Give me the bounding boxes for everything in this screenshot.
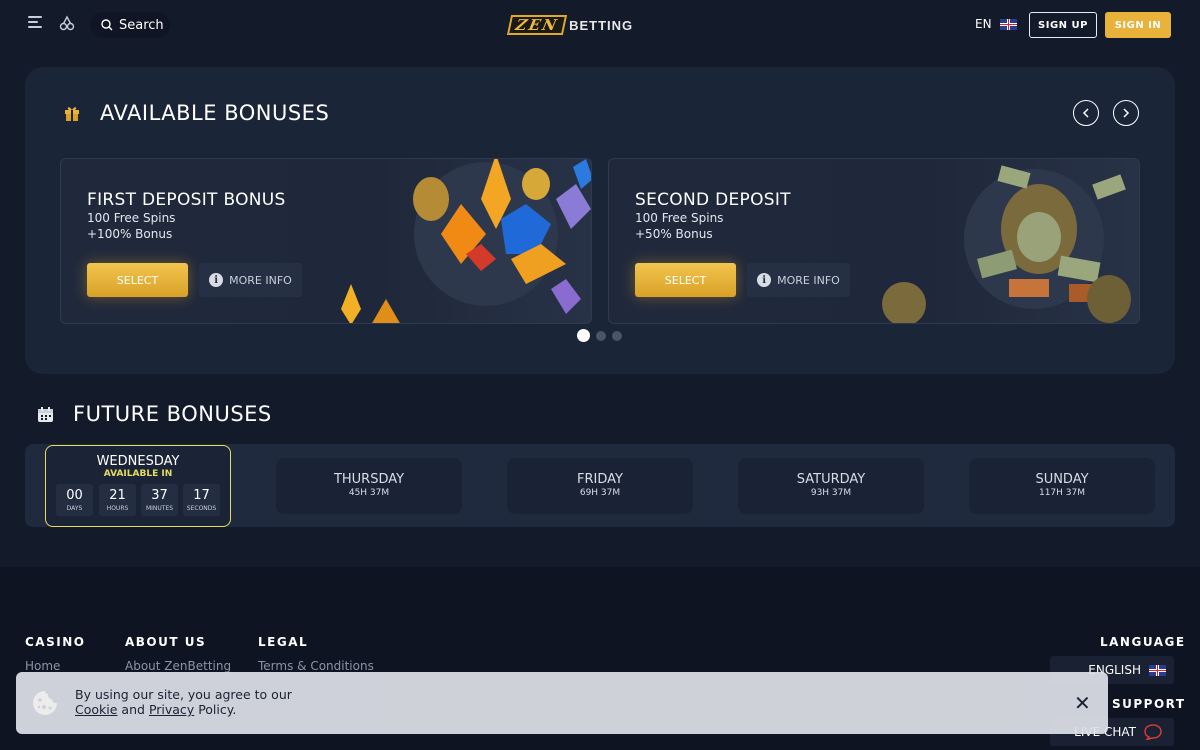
privacy-policy-link[interactable]: Privacy xyxy=(149,702,194,717)
cookie-icon xyxy=(33,691,57,715)
menu-icon[interactable] xyxy=(28,16,42,28)
bonus-card-bonus: +50% Bonus xyxy=(635,227,713,241)
cookie-and: and xyxy=(121,702,145,717)
uk-flag-icon xyxy=(999,18,1017,30)
language-switch[interactable]: EN xyxy=(975,17,1017,31)
language-code: EN xyxy=(975,17,992,31)
available-bonuses-title: AVAILABLE BONUSES xyxy=(100,101,330,125)
bonus-card-title: FIRST DEPOSIT BONUS xyxy=(87,190,286,210)
uk-flag-icon xyxy=(1149,664,1166,676)
select-button[interactable]: SELECT xyxy=(635,263,736,297)
chevron-right-icon xyxy=(1123,108,1130,118)
countdown-value: 37 xyxy=(151,488,168,503)
money-bags-illustration xyxy=(882,165,1131,323)
search-button[interactable]: Search xyxy=(90,12,170,38)
day-time-remaining: 117H 37M xyxy=(1038,488,1086,498)
gems-illustration xyxy=(341,159,591,323)
footer-link-home[interactable]: Home xyxy=(25,659,60,673)
day-time-remaining: 93H 37M xyxy=(810,488,852,498)
top-header: Search ZEN BETTING EN SIGN UP SIGN IN xyxy=(0,0,1200,50)
day-name: SATURDAY xyxy=(796,472,866,487)
pagination-dot[interactable] xyxy=(612,330,622,341)
footer-link-terms[interactable]: Terms & Conditions xyxy=(258,659,374,673)
next-slide-button[interactable] xyxy=(1113,100,1139,126)
footer-about-heading: ABOUT US xyxy=(125,635,207,649)
day-time-remaining: 69H 37M xyxy=(579,488,621,498)
day-card-sunday[interactable]: SUNDAY 117H 37M xyxy=(969,458,1155,514)
pagination-dot[interactable] xyxy=(577,329,590,342)
footer-legal-heading: LEGAL xyxy=(258,635,309,649)
day-card-friday[interactable]: FRIDAY 69H 37M xyxy=(507,458,693,514)
slider-pagination xyxy=(577,329,622,342)
bonus-card-title: SECOND DEPOSIT xyxy=(635,190,791,210)
cookie-policy-word: Policy. xyxy=(198,702,237,717)
info-icon: i xyxy=(757,273,772,287)
day-name: SUNDAY xyxy=(1035,472,1089,487)
chat-bubble-icon xyxy=(1144,724,1162,740)
countdown-unit: DAYS xyxy=(66,505,83,512)
countdown-days: 00 DAYS xyxy=(56,484,93,516)
countdown-value: 00 xyxy=(66,488,83,503)
day-card-saturday[interactable]: SATURDAY 93H 37M xyxy=(738,458,924,514)
bonus-card-spins: 100 Free Spins xyxy=(87,211,176,225)
day-name: THURSDAY xyxy=(333,472,405,487)
footer-link-about[interactable]: About ZenBetting xyxy=(125,659,231,673)
day-card-active[interactable]: WEDNESDAY AVAILABLE IN 00 DAYS 21 HOURS … xyxy=(45,445,231,527)
sign-up-button[interactable]: SIGN UP xyxy=(1029,12,1097,38)
info-icon: i xyxy=(209,273,224,287)
previous-slide-button[interactable] xyxy=(1073,100,1099,126)
future-bonuses-title: FUTURE BONUSES xyxy=(73,402,272,426)
cookie-line1: By using our site, you agree to our xyxy=(75,687,292,702)
bonus-card-second-deposit[interactable]: SECOND DEPOSIT 100 Free Spins +50% Bonus… xyxy=(608,158,1140,324)
logo-betting: BETTING xyxy=(569,17,634,33)
available-bonuses-panel: AVAILABLE BONUSES FIRST DEPOSIT BONUS 10… xyxy=(25,67,1175,374)
countdown-hours: 21 HOURS xyxy=(99,484,136,516)
countdown-unit: MINUTES xyxy=(145,505,174,512)
gift-icon xyxy=(65,107,79,121)
footer-casino-heading: CASINO xyxy=(25,635,86,649)
countdown-unit: SECONDS xyxy=(186,505,217,512)
bonus-card-spins: 100 Free Spins xyxy=(635,211,724,225)
more-info-label: MORE INFO xyxy=(777,273,840,287)
footer-language-heading: LANGUAGE xyxy=(1100,635,1186,649)
day-time-remaining: 45H 37M xyxy=(348,488,390,498)
day-name: FRIDAY xyxy=(577,472,623,487)
search-label: Search xyxy=(119,17,164,33)
close-icon[interactable]: ✕ xyxy=(1074,691,1091,715)
cookie-consent-banner: By using our site, you agree to our Cook… xyxy=(16,672,1108,734)
countdown-minutes: 37 MINUTES xyxy=(141,484,178,516)
more-info-label: MORE INFO xyxy=(229,273,292,287)
day-card-thursday[interactable]: THURSDAY 45H 37M xyxy=(276,458,462,514)
availability-status: AVAILABLE IN xyxy=(103,469,173,479)
countdown-value: 21 xyxy=(109,488,126,503)
more-info-button[interactable]: i MORE INFO xyxy=(199,263,302,297)
cookie-message: By using our site, you agree to our Cook… xyxy=(75,687,292,717)
zenbetting-logo[interactable]: ZEN BETTING xyxy=(506,14,634,36)
cherry-icon[interactable] xyxy=(59,15,75,31)
select-button[interactable]: SELECT xyxy=(87,263,188,297)
bonus-card-bonus: +100% Bonus xyxy=(87,227,173,241)
footer-support-heading: SUPPORT xyxy=(1112,697,1186,711)
chevron-left-icon xyxy=(1082,108,1089,118)
more-info-button[interactable]: i MORE INFO xyxy=(747,263,850,297)
day-name: WEDNESDAY xyxy=(96,454,180,469)
countdown-unit: HOURS xyxy=(106,505,129,512)
logo-zen: ZEN xyxy=(506,15,568,35)
countdown-value: 17 xyxy=(193,488,210,503)
search-icon xyxy=(101,19,113,31)
countdown-seconds: 17 SECONDS xyxy=(183,484,220,516)
pagination-dot[interactable] xyxy=(596,330,606,341)
sign-in-button[interactable]: SIGN IN xyxy=(1105,12,1171,38)
cookie-policy-link[interactable]: Cookie xyxy=(75,702,117,717)
bonus-card-first-deposit[interactable]: FIRST DEPOSIT BONUS 100 Free Spins +100%… xyxy=(60,158,592,324)
calendar-icon xyxy=(38,407,53,422)
